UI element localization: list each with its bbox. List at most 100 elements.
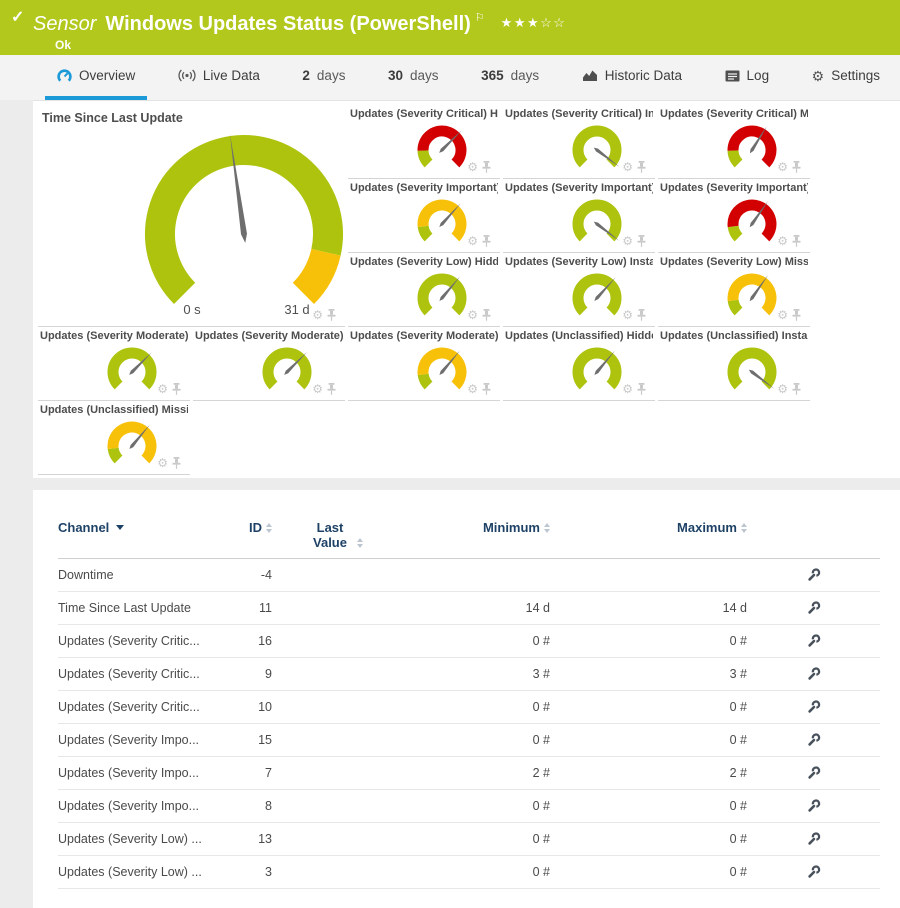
pin-icon[interactable] — [172, 457, 181, 469]
cell-channel[interactable]: Updates (Severity Critic... — [58, 634, 228, 648]
pin-icon[interactable] — [482, 235, 491, 247]
tab-log[interactable]: Log — [713, 55, 782, 100]
gauge-tile: Updates (Unclassified) Hidden ⚙ — [503, 327, 655, 401]
settings-gear-icon: ⚙ — [812, 69, 825, 83]
cell-id: 3 — [228, 865, 272, 879]
cell-channel[interactable]: Updates (Severity Low) ... — [58, 865, 228, 879]
pin-icon[interactable] — [637, 309, 646, 321]
cell-minimum: 0 # — [398, 733, 550, 747]
edit-channel-wrench-icon[interactable] — [806, 666, 822, 682]
tab-overview[interactable]: Overview — [45, 55, 147, 100]
tab-label: Live Data — [203, 68, 260, 83]
tab-settings[interactable]: ⚙ Settings — [800, 55, 892, 100]
cell-minimum: 2 # — [398, 766, 550, 780]
pin-icon[interactable] — [482, 161, 491, 173]
header-minimum[interactable]: Minimum — [398, 520, 550, 535]
pin-icon[interactable] — [637, 235, 646, 247]
table-row[interactable]: Updates (Severity Critic... 16 0 # 0 # — [58, 625, 880, 658]
flag-icon[interactable]: ⚐ — [475, 12, 485, 24]
gauge-settings-gear-icon[interactable]: ⚙ — [312, 383, 323, 395]
table-row[interactable]: Updates (Severity Low) ... 3 0 # 0 # — [58, 856, 880, 889]
gauge-settings-gear-icon[interactable]: ⚙ — [467, 235, 478, 247]
pin-icon[interactable] — [482, 383, 491, 395]
gauge-settings-gear-icon[interactable]: ⚙ — [777, 161, 788, 173]
pin-icon[interactable] — [637, 383, 646, 395]
gauge-settings-gear-icon[interactable]: ⚙ — [777, 383, 788, 395]
tab-label: Overview — [79, 68, 135, 83]
pin-icon[interactable] — [792, 383, 801, 395]
cell-maximum: 2 # — [550, 766, 747, 780]
cell-channel[interactable]: Updates (Severity Impo... — [58, 733, 228, 747]
channel-filter-caret-icon[interactable] — [116, 525, 124, 530]
cell-id: -4 — [228, 568, 272, 582]
cell-channel[interactable]: Updates (Severity Low) ... — [58, 832, 228, 846]
table-row[interactable]: Updates (Severity Critic... 10 0 # 0 # — [58, 691, 880, 724]
edit-channel-wrench-icon[interactable] — [806, 765, 822, 781]
gauge-settings-gear-icon[interactable]: ⚙ — [777, 235, 788, 247]
pin-icon[interactable] — [327, 383, 336, 395]
edit-channel-wrench-icon[interactable] — [806, 798, 822, 814]
gauge-settings-gear-icon[interactable]: ⚙ — [622, 161, 633, 173]
header-id[interactable]: ID — [228, 520, 272, 535]
pin-icon[interactable] — [637, 161, 646, 173]
header-last-value[interactable]: Last Value — [272, 520, 398, 550]
gauge-tile: Updates (Severity Moderate) ... ⚙ — [38, 327, 190, 401]
table-row[interactable]: Updates (Severity Impo... 15 0 # 0 # — [58, 724, 880, 757]
tab-historic-data[interactable]: Historic Data — [570, 55, 694, 100]
gauge-title: Updates (Severity Critical) Hi... — [350, 108, 498, 124]
gauge-tile: Updates (Severity Moderate) ... ⚙ — [348, 327, 500, 401]
gauge-settings-gear-icon[interactable]: ⚙ — [157, 457, 168, 469]
gauge-settings-gear-icon[interactable]: ⚙ — [622, 309, 633, 321]
priority-stars[interactable]: ★★★☆☆ — [501, 15, 567, 30]
edit-channel-wrench-icon[interactable] — [806, 567, 822, 583]
tab-bar: Overview Live Data 2days 30days 365days … — [0, 55, 900, 100]
header-channel[interactable]: Channel — [58, 520, 228, 535]
gauge-settings-gear-icon[interactable]: ⚙ — [467, 161, 478, 173]
gauge-tile: Updates (Unclassified) Missing ⚙ — [38, 401, 190, 475]
table-row[interactable]: Updates (Severity Critic... 9 3 # 3 # — [58, 658, 880, 691]
edit-channel-wrench-icon[interactable] — [806, 633, 822, 649]
pin-icon[interactable] — [327, 309, 336, 321]
cell-maximum: 0 # — [550, 733, 747, 747]
cell-channel[interactable]: Time Since Last Update — [58, 601, 228, 615]
header-maximum[interactable]: Maximum — [550, 520, 747, 535]
table-row[interactable]: Updates (Severity Low) ... 13 0 # 0 # — [58, 823, 880, 856]
gauge-tile: Updates (Severity Important) ... ⚙ — [503, 179, 655, 253]
gauge-settings-gear-icon[interactable]: ⚙ — [157, 383, 168, 395]
gauge-title: Updates (Severity Critical) Ins... — [505, 108, 653, 124]
pin-icon[interactable] — [792, 309, 801, 321]
table-row[interactable]: Downtime -4 — [58, 559, 880, 592]
cell-channel[interactable]: Updates (Severity Critic... — [58, 700, 228, 714]
cell-channel[interactable]: Updates (Severity Impo... — [58, 799, 228, 813]
gauge-settings-gear-icon[interactable]: ⚙ — [622, 383, 633, 395]
sort-icon[interactable] — [741, 523, 747, 533]
table-row[interactable]: Updates (Severity Impo... 7 2 # 2 # — [58, 757, 880, 790]
tab-30-days[interactable]: 30days — [376, 55, 451, 100]
pin-icon[interactable] — [792, 161, 801, 173]
cell-channel[interactable]: Updates (Severity Critic... — [58, 667, 228, 681]
edit-channel-wrench-icon[interactable] — [806, 831, 822, 847]
edit-channel-wrench-icon[interactable] — [806, 864, 822, 880]
gauge-settings-gear-icon[interactable]: ⚙ — [312, 309, 323, 321]
gauge-grid: Time Since Last Update 0 s31 d ⚙ — [33, 101, 900, 475]
gauge-settings-gear-icon[interactable]: ⚙ — [467, 309, 478, 321]
tab-live-data[interactable]: Live Data — [166, 55, 272, 100]
edit-channel-wrench-icon[interactable] — [806, 600, 822, 616]
tab-2-days[interactable]: 2days — [290, 55, 357, 100]
pin-icon[interactable] — [172, 383, 181, 395]
gauge-settings-gear-icon[interactable]: ⚙ — [777, 309, 788, 321]
cell-channel[interactable]: Downtime — [58, 568, 228, 582]
tab-365-days[interactable]: 365days — [469, 55, 551, 100]
gauge-settings-gear-icon[interactable]: ⚙ — [622, 235, 633, 247]
gauge-settings-gear-icon[interactable]: ⚙ — [467, 383, 478, 395]
pin-icon[interactable] — [792, 235, 801, 247]
pin-icon[interactable] — [482, 309, 491, 321]
edit-channel-wrench-icon[interactable] — [806, 732, 822, 748]
edit-channel-wrench-icon[interactable] — [806, 699, 822, 715]
cell-channel[interactable]: Updates (Severity Impo... — [58, 766, 228, 780]
table-row[interactable]: Updates (Severity Impo... 8 0 # 0 # — [58, 790, 880, 823]
cell-maximum: 0 # — [550, 832, 747, 846]
sort-icon[interactable] — [357, 538, 363, 548]
table-row[interactable]: Time Since Last Update 11 14 d 14 d — [58, 592, 880, 625]
cell-minimum: 0 # — [398, 700, 550, 714]
